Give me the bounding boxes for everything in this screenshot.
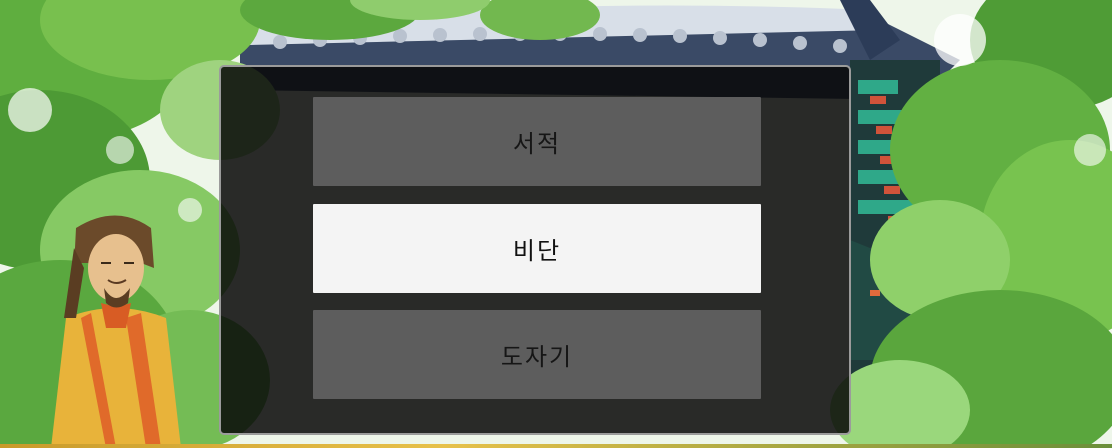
menu-button-silk[interactable]: 비단 xyxy=(313,204,761,293)
menu-button-books[interactable]: 서적 xyxy=(313,97,761,186)
menu-button-ceramics[interactable]: 도자기 xyxy=(313,310,761,399)
item-category-menu: 서적 비단 도자기 xyxy=(219,65,851,435)
game-scene: 서적 비단 도자기 xyxy=(0,0,1112,448)
scholar-portrait-icon xyxy=(51,215,181,448)
ground-strip xyxy=(0,444,1112,448)
